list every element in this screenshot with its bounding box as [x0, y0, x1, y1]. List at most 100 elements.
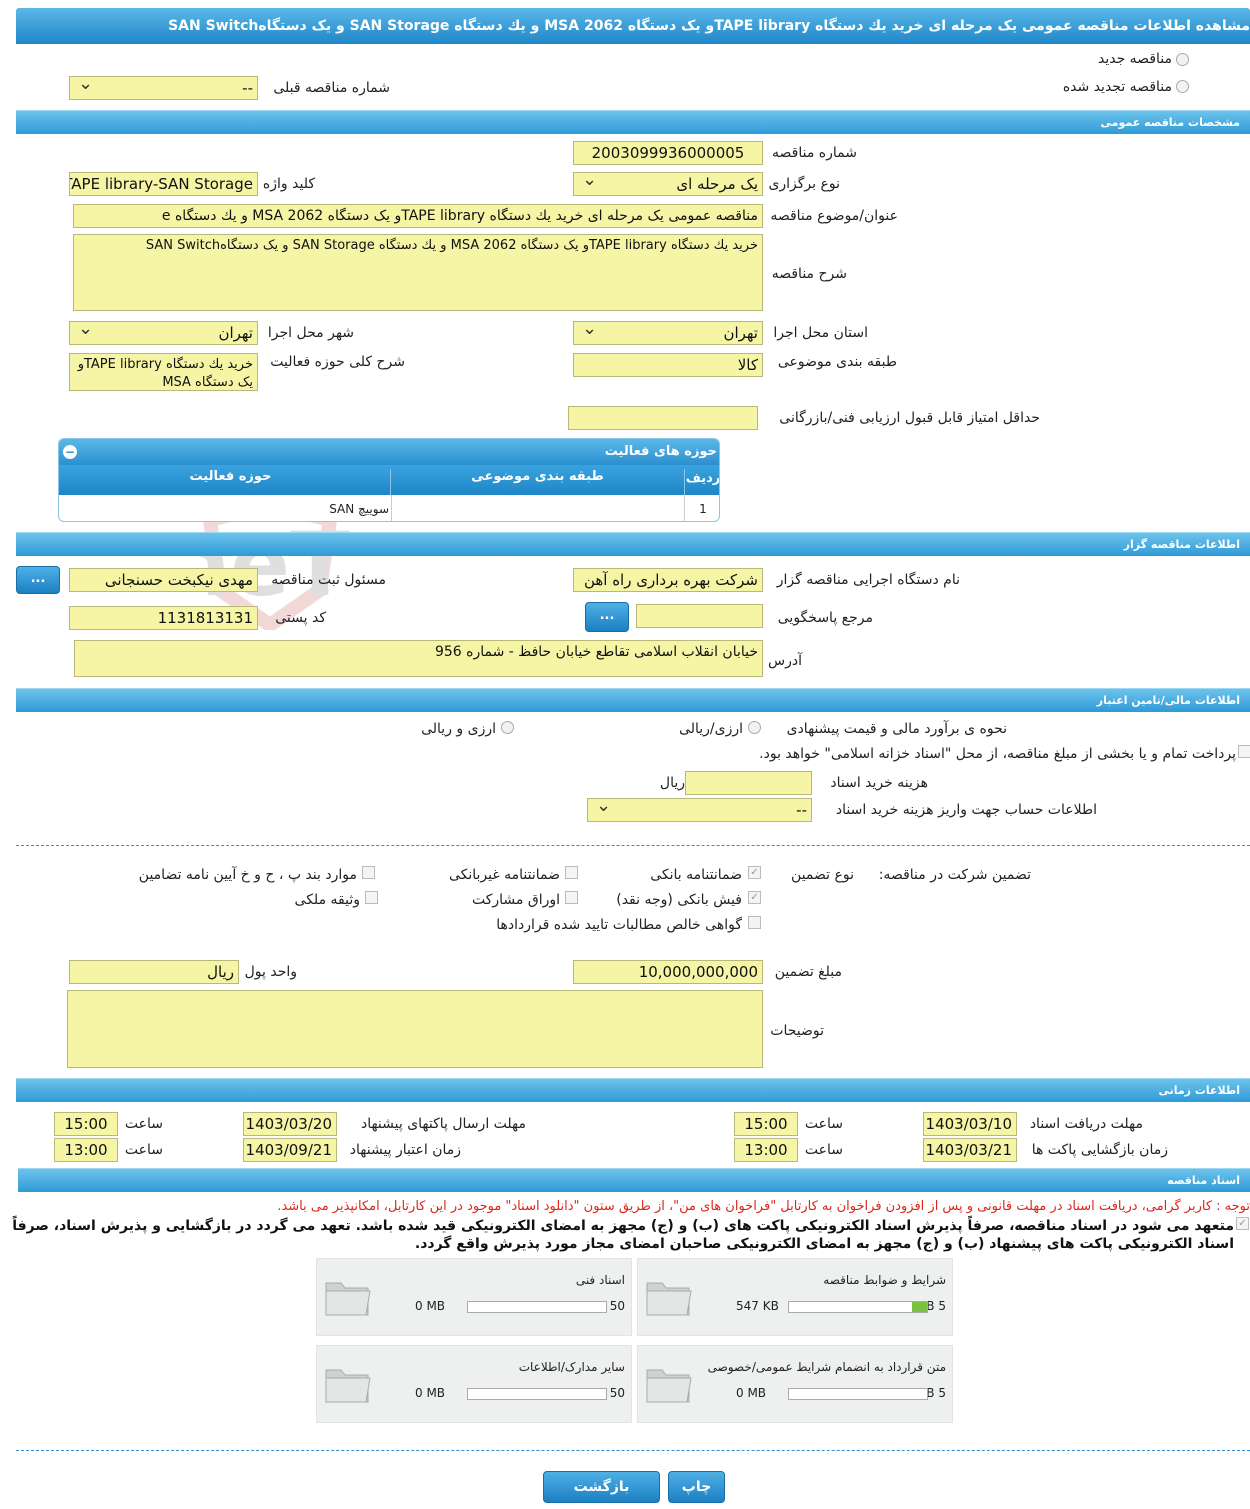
- category-label: طبقه بندی موضوعی: [777, 354, 897, 370]
- section-docs: اسناد مناقصه: [18, 1168, 1250, 1192]
- city-label: شهر محل اجرا: [267, 325, 354, 341]
- svg-text:AriaTender.neT: AriaTender.neT: [200, 513, 350, 616]
- g-clause-label: موارد بند پ ، ح و خ آیین نامه تضامین: [138, 867, 357, 883]
- tender-number-field[interactable]: 2003099936000005: [573, 141, 763, 165]
- doc-used-size: 0 MB: [415, 1386, 446, 1400]
- g-bonds-checkbox[interactable]: [565, 891, 578, 904]
- activities-table-title: حوزه های فعالیت: [59, 439, 719, 465]
- doc-used-size: 0 MB: [415, 1299, 446, 1313]
- collapse-icon[interactable]: −: [63, 445, 77, 459]
- address-field[interactable]: خیابان انقلاب اسلامی تقاطع خیابان حافظ -…: [74, 640, 763, 677]
- g-cash-checkbox[interactable]: ✓: [748, 891, 761, 904]
- send-date-field[interactable]: 1403/03/20: [243, 1112, 337, 1136]
- doc-card-technical[interactable]: اسناد فنی 50 MB 0 MB: [316, 1258, 632, 1336]
- guarantee-label: تضمین شرکت در مناقصه:: [878, 867, 1031, 883]
- open-date-field[interactable]: 1403/03/21: [923, 1138, 1017, 1162]
- province-select[interactable]: تهران: [573, 321, 763, 345]
- prev-number-label: شماره مناقصه قبلی: [273, 80, 390, 96]
- activity-scope-label: شرح کلی حوزه فعالیت: [270, 354, 405, 370]
- reference-field[interactable]: [636, 604, 763, 628]
- doc-progress-bar: [788, 1301, 928, 1313]
- amount-field[interactable]: 10,000,000,000: [573, 960, 763, 984]
- open-time-field[interactable]: 13:00: [734, 1138, 798, 1162]
- doc-card-conditions[interactable]: شرایط و ضوابط مناقصه 5 MB 547 KB: [637, 1258, 953, 1336]
- subject-field[interactable]: مناقصه عمومی یک مرحله ای خرید يك دستگاه …: [73, 204, 763, 228]
- category-field[interactable]: کالا: [573, 353, 763, 377]
- description-label: شرح مناقصه: [771, 266, 847, 282]
- validity-date-field[interactable]: 1403/09/21: [243, 1138, 337, 1162]
- receive-date-field[interactable]: 1403/03/10: [923, 1112, 1017, 1136]
- notes-field[interactable]: [67, 990, 763, 1068]
- guarantee-type-label: نوع تضمین: [791, 867, 854, 883]
- doc-cost-field[interactable]: [685, 771, 812, 795]
- min-score-field[interactable]: [568, 406, 758, 430]
- radio-currency-rial[interactable]: [748, 721, 761, 734]
- reference-browse-button[interactable]: ...: [585, 602, 629, 632]
- open-time-label: ساعت: [804, 1142, 843, 1158]
- city-select[interactable]: تهران: [69, 321, 258, 345]
- doc-progress-bar: [467, 1301, 607, 1313]
- section-time: اطلاعات زمانی: [16, 1078, 1250, 1102]
- g-clause-checkbox[interactable]: [362, 866, 375, 879]
- method-label: نحوه ی برآورد مالی و قیمت پیشنهادی: [786, 721, 1007, 737]
- header-category: طبقه بندی موضوعی: [391, 469, 685, 495]
- radio-new-tender[interactable]: [1176, 53, 1189, 66]
- responsible-browse-button[interactable]: ...: [16, 566, 60, 594]
- notes-label: توضیحات: [770, 1023, 824, 1039]
- doc-progress-bar: [467, 1388, 607, 1400]
- header-row: ردیف: [685, 471, 720, 486]
- keyword-field[interactable]: TAPE library-SAN Storage: [69, 172, 258, 196]
- print-button[interactable]: چاپ: [668, 1471, 725, 1503]
- section-general: مشخصات مناقصه عمومی: [16, 110, 1250, 134]
- g-bank-checkbox[interactable]: ✓: [748, 866, 761, 879]
- description-field[interactable]: خرید يك دستگاه TAPE libraryو یک دستگاه M…: [73, 234, 763, 311]
- receive-deadline-label: مهلت دریافت اسناد: [1029, 1116, 1143, 1132]
- doc-name: شرایط و ضوابط مناقصه: [823, 1273, 946, 1287]
- g-claims-checkbox[interactable]: [748, 916, 761, 929]
- treasury-checkbox[interactable]: [1238, 745, 1250, 758]
- page-title: مشاهده اطلاعات مناقصه عمومی یک مرحله ای …: [16, 8, 1250, 44]
- section-finance: اطلاعات مالی/تامین اعتبار: [16, 688, 1250, 712]
- prev-number-select[interactable]: --: [69, 76, 258, 100]
- postal-field[interactable]: 1131813131: [69, 606, 258, 630]
- activity-scope-field[interactable]: خرید يك دستگاه TAPE libraryو یک دستگاه M…: [69, 353, 258, 391]
- type-select[interactable]: یک مرحله ای: [573, 172, 763, 196]
- doc-name: متن قرارداد به انضمام شرایط عمومی/خصوصی: [707, 1360, 946, 1374]
- g-nonbank-checkbox[interactable]: [565, 866, 578, 879]
- activities-table: حوزه های فعالیت − ردیف طبقه بندی موضوعی …: [58, 438, 720, 522]
- g-property-checkbox[interactable]: [365, 891, 378, 904]
- tender-number-label: شماره مناقصه: [772, 145, 857, 161]
- g-cash-label: فیش بانکی (وجه نقد): [616, 892, 742, 908]
- radio-currency-and-rial[interactable]: [501, 721, 514, 734]
- doc-card-contract[interactable]: متن قرارداد به انضمام شرایط عمومی/خصوصی …: [637, 1345, 953, 1423]
- doc-used-size: 547 KB: [736, 1299, 779, 1313]
- validity-time-field[interactable]: 13:00: [54, 1138, 118, 1162]
- commit-checkbox[interactable]: ✓: [1236, 1217, 1249, 1230]
- receive-time-label: ساعت: [804, 1116, 843, 1132]
- receive-time-field[interactable]: 15:00: [734, 1112, 798, 1136]
- responsible-field[interactable]: مهدی نیکبخت حسنجانی: [69, 568, 258, 592]
- account-select[interactable]: --: [587, 798, 812, 822]
- folder-icon: [325, 1369, 371, 1403]
- treasury-label: پرداخت تمام و یا بخشی از مبلغ مناقصه، از…: [759, 746, 1236, 762]
- address-label: آدرس: [768, 653, 802, 669]
- doc-progress-bar: [788, 1388, 928, 1400]
- province-label: استان محل اجرا: [773, 325, 868, 341]
- g-bonds-label: اوراق مشارکت: [471, 892, 560, 908]
- back-button[interactable]: بازگشت: [543, 1471, 660, 1503]
- doc-name: سایر مدارک/اطلاعات: [518, 1360, 625, 1374]
- currency-unit-field[interactable]: ریال: [69, 960, 239, 984]
- radio-currency-and-rial-label: ارزی و ریالی: [421, 721, 496, 737]
- doc-card-other[interactable]: سایر مدارک/اطلاعات 50 MB 0 MB: [316, 1345, 632, 1423]
- min-score-label: حداقل امتیاز قابل قبول ارزیابی فنی/بازرگ…: [779, 410, 1040, 426]
- doc-name: اسناد فنی: [575, 1273, 625, 1287]
- org-field[interactable]: شرکت بهره برداری راه آهن: [573, 568, 763, 592]
- validity-label: زمان اعتبار پیشنهاد: [349, 1142, 461, 1158]
- send-time-field[interactable]: 15:00: [54, 1112, 118, 1136]
- validity-time-label: ساعت: [124, 1142, 163, 1158]
- divider: [16, 845, 1250, 846]
- reference-label: مرجع پاسخگویی: [777, 610, 873, 626]
- doc-used-size: 0 MB: [736, 1386, 767, 1400]
- radio-renewed-tender[interactable]: [1176, 80, 1189, 93]
- folder-icon: [646, 1369, 692, 1403]
